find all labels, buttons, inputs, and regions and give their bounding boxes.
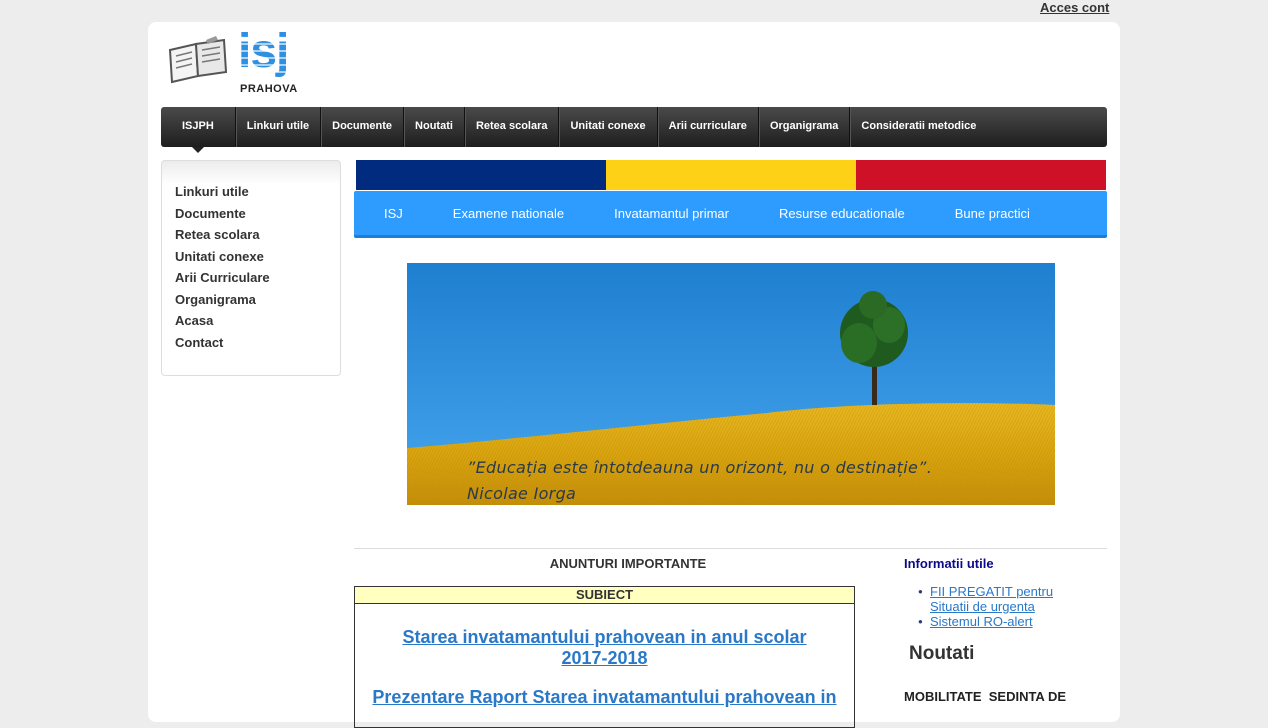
book-icon — [168, 36, 228, 84]
flag-stripe-red — [856, 160, 1106, 190]
sidebar-item-organigrama[interactable]: Organigrama — [175, 292, 340, 314]
logo-text: isj — [238, 25, 289, 82]
bluenav-item-bune-practici[interactable]: Bune practici — [930, 206, 1055, 221]
useful-info-heading: Informatii utile — [904, 556, 994, 571]
bluenav-item-examene-nationale[interactable]: Examene nationale — [428, 206, 589, 221]
banner-quote: ”Educația este întotdeauna un orizont, n… — [467, 455, 932, 505]
topnav-item-isjph[interactable]: ISJPH — [161, 107, 236, 153]
announcements-heading: ANUNTURI IMPORTANTE — [549, 556, 707, 571]
bluenav-item-resurse-educationale[interactable]: Resurse educationale — [754, 206, 930, 221]
announcement-link[interactable]: Starea invatamantului prahovean in anul … — [390, 627, 819, 669]
flag-stripe-yellow — [606, 160, 856, 190]
account-access-link[interactable]: Acces cont — [1040, 0, 1109, 15]
sidebar-item-arii-curriculare[interactable]: Arii Curriculare — [175, 270, 340, 292]
sidebar-menu: Linkuri utile Documente Retea scolara Un… — [161, 160, 341, 376]
quote-text: ”Educația este întotdeauna un orizont, n… — [467, 458, 933, 477]
useful-info-list: FII PREGATIT pentru Situatii de urgenta … — [908, 584, 1090, 629]
news-heading: Noutati — [909, 643, 975, 664]
sidebar-item-documente[interactable]: Documente — [175, 206, 340, 228]
logo-subtitle: PRAHOVA — [240, 83, 298, 95]
useful-info-link[interactable]: FII PREGATIT pentru Situatii de urgenta — [918, 584, 1090, 614]
news-item-title[interactable]: MOBILITATE SEDINTA DE — [904, 689, 1066, 704]
sidebar-item-contact[interactable]: Contact — [175, 335, 340, 357]
topnav-item-retea-scolara[interactable]: Retea scolara — [465, 107, 560, 147]
secondary-navigation: ISJ Examene nationale Invatamantul prima… — [354, 191, 1107, 238]
topnav-item-noutati[interactable]: Noutati — [404, 107, 465, 147]
announcements-table: SUBIECT Starea invatamantului prahovean … — [354, 586, 855, 728]
announcement-link[interactable]: Prezentare Raport Starea invatamantului … — [365, 687, 844, 708]
sidebar-item-linkuri-utile[interactable]: Linkuri utile — [175, 184, 340, 206]
topnav-item-linkuri-utile[interactable]: Linkuri utile — [236, 107, 322, 147]
topnav-item-consideratii-metodice[interactable]: Consideratii metodice — [850, 107, 987, 147]
sidebar-item-retea-scolara[interactable]: Retea scolara — [175, 227, 340, 249]
top-navigation: ISJPH Linkuri utile Documente Noutati Re… — [161, 107, 1107, 153]
site-logo[interactable]: isj PRAHOVA — [166, 25, 306, 96]
hero-banner-image: ”Educația este întotdeauna un orizont, n… — [407, 263, 1055, 505]
sidebar-item-unitati-conexe[interactable]: Unitati conexe — [175, 249, 340, 271]
topnav-item-arii-curriculare[interactable]: Arii curriculare — [658, 107, 759, 147]
page-container: isj PRAHOVA ISJPH Linkuri utile Document… — [148, 22, 1120, 728]
bluenav-item-invatamantul-primar[interactable]: Invatamantul primar — [589, 206, 754, 221]
topnav-item-organigrama[interactable]: Organigrama — [759, 107, 851, 147]
section-divider — [354, 548, 1107, 549]
bluenav-item-isj[interactable]: ISJ — [354, 206, 428, 221]
topnav-item-unitati-conexe[interactable]: Unitati conexe — [559, 107, 658, 147]
table-header-subject: SUBIECT — [355, 587, 854, 604]
sidebar-item-acasa[interactable]: Acasa — [175, 313, 340, 335]
useful-info-link[interactable]: Sistemul RO-alert — [918, 614, 1090, 629]
romanian-flag-banner — [356, 160, 1106, 190]
quote-author: Nicolae Iorga — [467, 484, 577, 503]
topnav-item-documente[interactable]: Documente — [321, 107, 405, 147]
flag-stripe-blue — [356, 160, 606, 190]
